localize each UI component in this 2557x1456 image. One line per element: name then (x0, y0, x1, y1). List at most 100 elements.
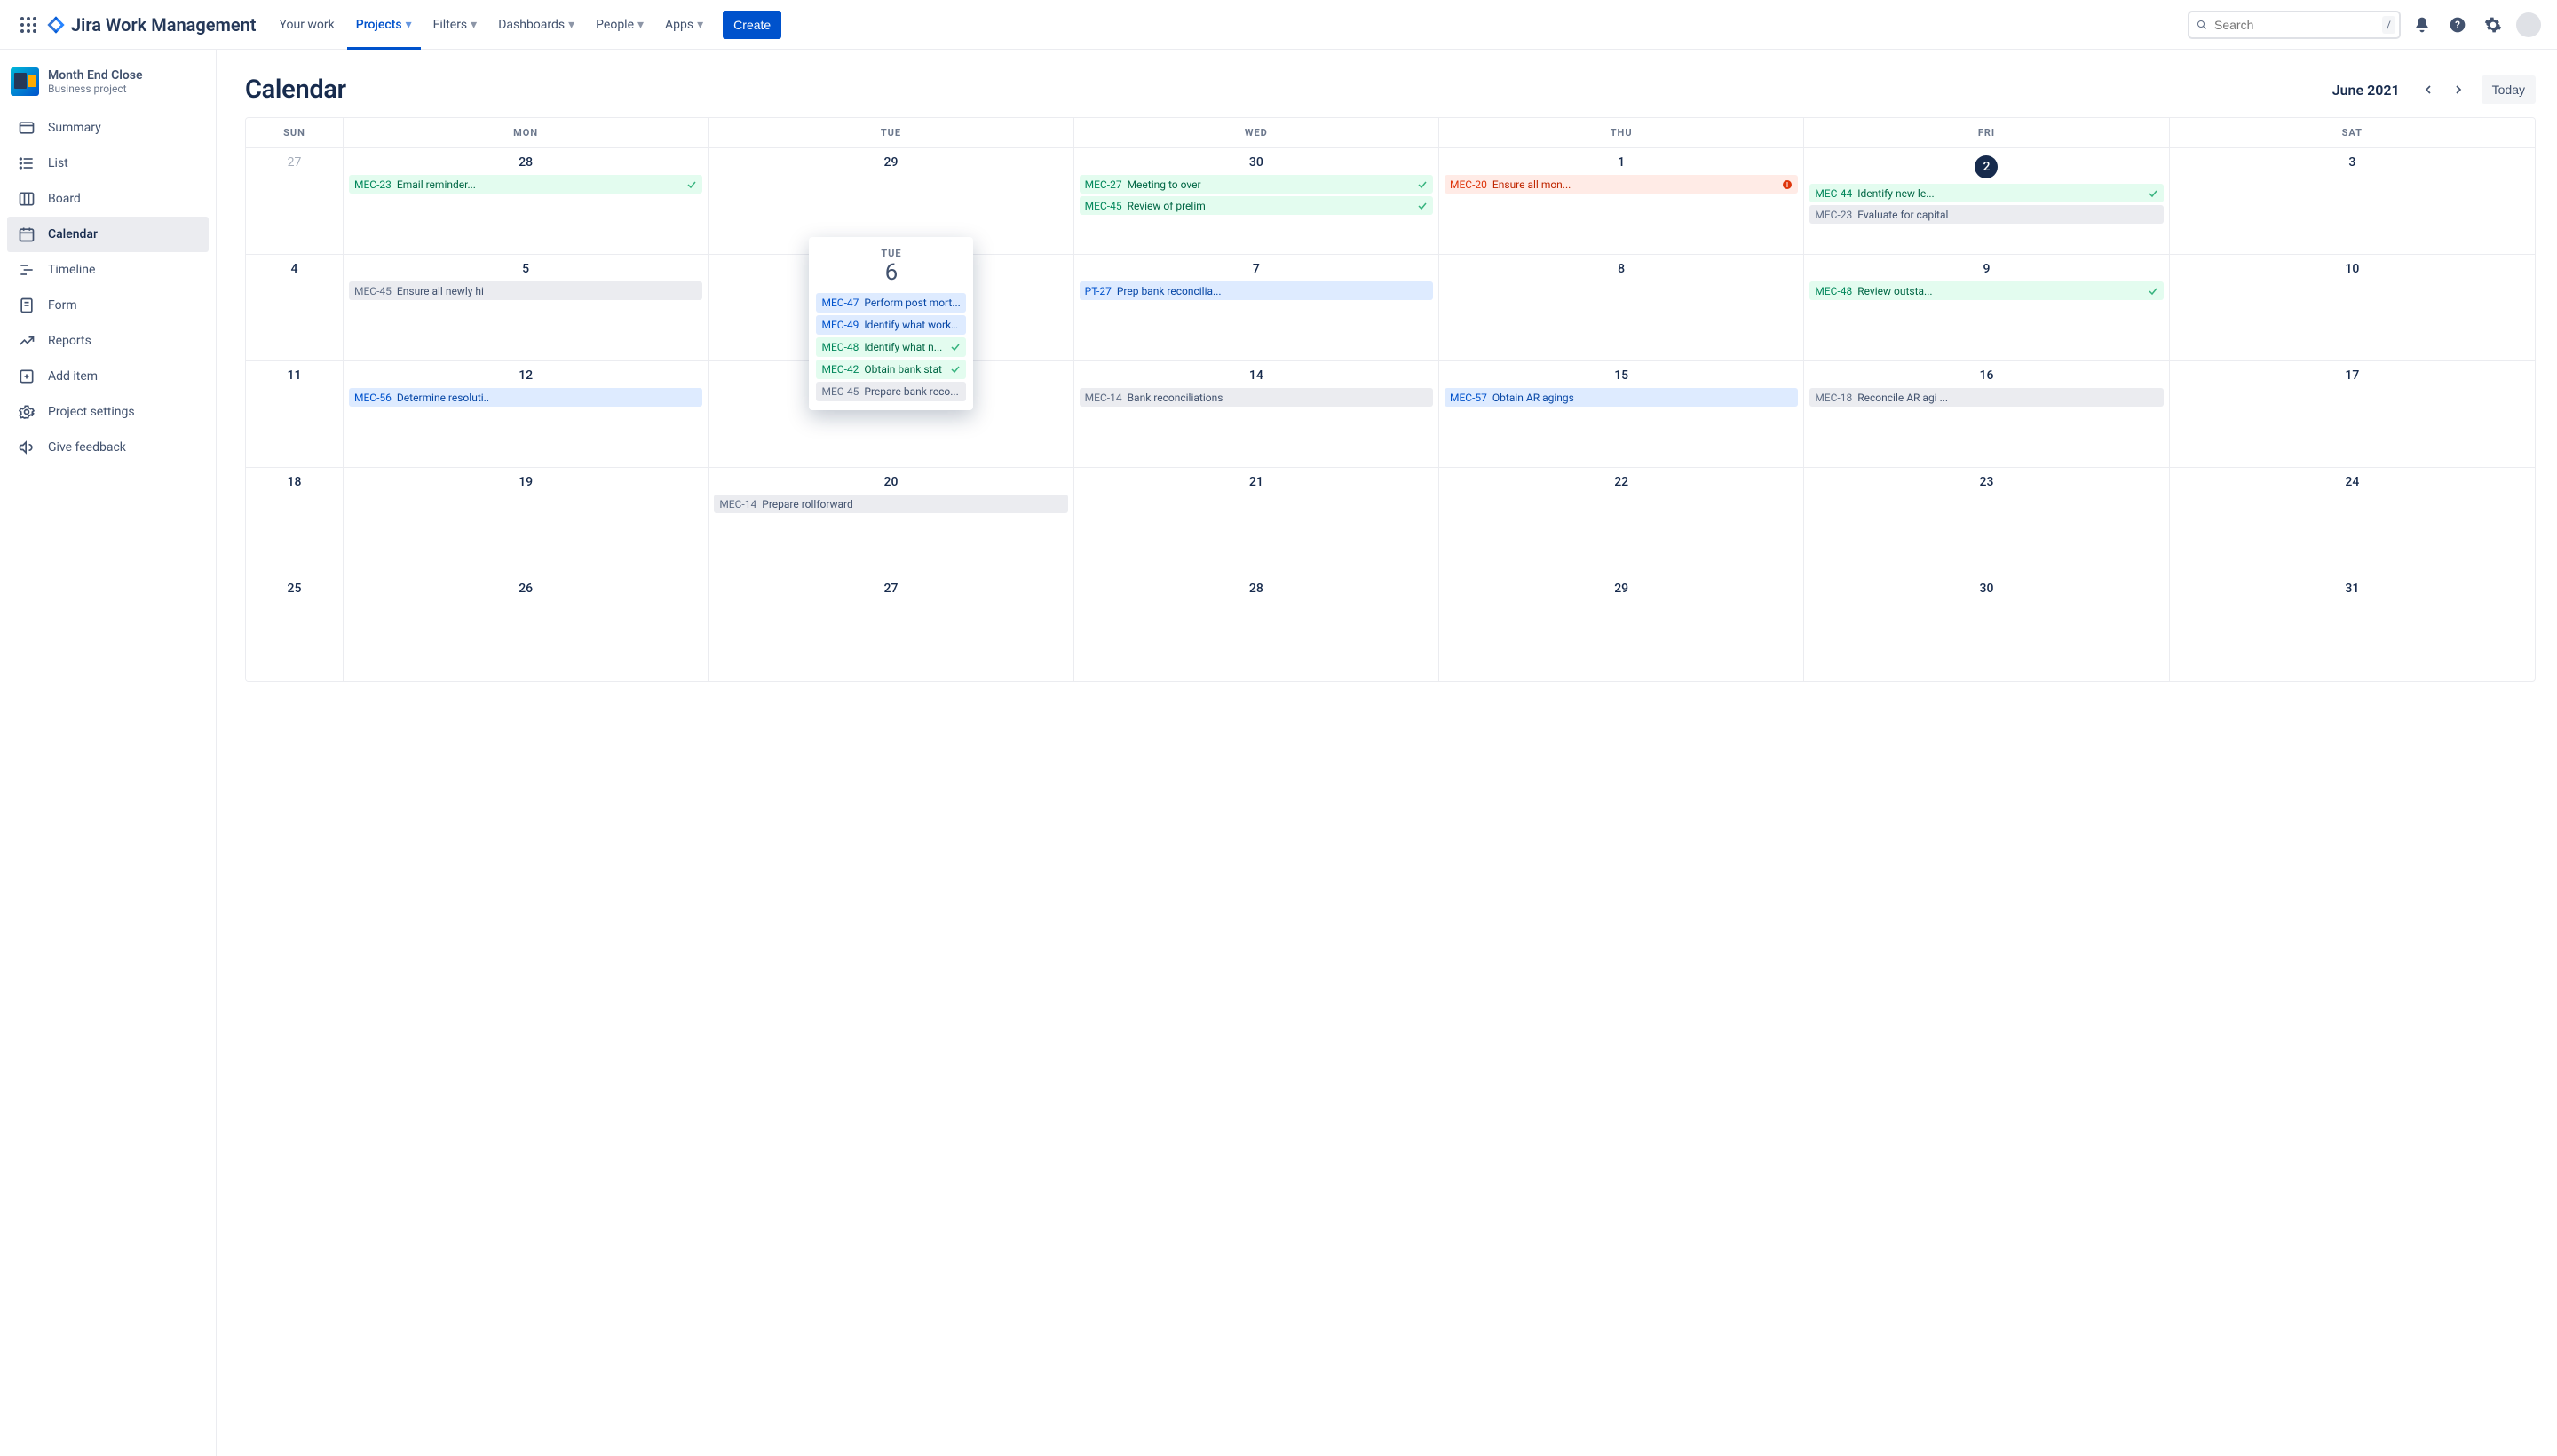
reports-icon (18, 332, 36, 350)
event-title: Evaluate for capital (1857, 209, 2157, 221)
calendar-cell[interactable]: 25 (246, 574, 344, 681)
notifications-icon[interactable] (2408, 11, 2436, 39)
sidebar-item-project-settings[interactable]: Project settings (7, 394, 209, 430)
chevron-left-icon (2421, 83, 2435, 97)
calendar-event[interactable]: MEC-45Review of prelim (1080, 196, 1433, 215)
nav-dashboards[interactable]: Dashboards▾ (489, 0, 583, 50)
search-field[interactable] (2214, 18, 2375, 32)
calendar-cell[interactable]: 24 (2170, 468, 2535, 574)
calendar-event[interactable]: MEC-18 Reconcile AR agi ... (1809, 388, 2163, 407)
calendar-cell[interactable]: 17 (2170, 361, 2535, 468)
calendar-event[interactable]: MEC-47Perform post mort... (816, 293, 966, 313)
calendar-cell[interactable]: 26 (344, 574, 709, 681)
calendar-cell[interactable]: 22 (1439, 468, 1804, 574)
calendar-event[interactable]: MEC-27Meeting to over (1080, 175, 1433, 194)
weekday-header: MON (344, 118, 709, 148)
nav-people[interactable]: People▾ (587, 0, 653, 50)
calendar-cell[interactable]: 8 (1439, 255, 1804, 361)
event-key: MEC-23 (354, 178, 392, 191)
project-avatar-icon (11, 67, 39, 96)
create-button[interactable]: Create (723, 11, 781, 39)
sidebar-item-calendar[interactable]: Calendar (7, 217, 209, 252)
calendar-cell[interactable]: 19 (344, 468, 709, 574)
calendar-event[interactable]: MEC-45Ensure all newly hi (349, 281, 702, 300)
nav-apps[interactable]: Apps▾ (656, 0, 712, 50)
event-key: MEC-23 (1815, 209, 1852, 221)
calendar-cell[interactable]: 3 (2170, 148, 2535, 255)
next-month-button[interactable] (2444, 75, 2473, 104)
calendar-event[interactable]: MEC-57Obtain AR agings (1445, 388, 1798, 407)
calendar-event[interactable]: MEC-48Identify what n... (816, 337, 966, 357)
nav-filters[interactable]: Filters▾ (424, 0, 487, 50)
calendar-event[interactable]: PT-27Prep bank reconcilia... (1080, 281, 1433, 300)
event-title: Reconcile AR agi ... (1857, 392, 2157, 404)
sidebar-item-list[interactable]: List (7, 146, 209, 181)
calendar-cell[interactable]: 23 (1804, 468, 2169, 574)
calendar-event[interactable]: MEC-56Determine resoluti.. (349, 388, 702, 407)
event-key: MEC-18 (1815, 392, 1852, 404)
calendar-cell[interactable]: 1MEC-20Ensure all mon... (1439, 148, 1804, 255)
product-logo[interactable]: Jira Work Management (46, 14, 257, 36)
calendar-cell[interactable]: 27 (246, 148, 344, 255)
profile-avatar[interactable] (2514, 11, 2543, 39)
calendar-cell[interactable]: 30MEC-27Meeting to overMEC-45Review of p… (1074, 148, 1439, 255)
calendar-event[interactable]: MEC-44Identify new le... (1809, 184, 2163, 202)
day-number: 19 (349, 473, 702, 495)
sidebar-item-form[interactable]: Form (7, 288, 209, 323)
check-icon (1417, 179, 1428, 190)
search-input[interactable]: / (2188, 11, 2401, 39)
event-key: MEC-56 (354, 392, 392, 404)
calendar-cell[interactable]: 10 (2170, 255, 2535, 361)
day-number: 15 (1445, 367, 1798, 388)
calendar-cell[interactable]: 31 (2170, 574, 2535, 681)
calendar-cell[interactable]: 5MEC-45Ensure all newly hi (344, 255, 709, 361)
sidebar-item-timeline[interactable]: Timeline (7, 252, 209, 288)
calendar-event[interactable]: MEC-14Bank reconciliations (1080, 388, 1433, 407)
calendar-cell[interactable]: 21 (1074, 468, 1439, 574)
calendar-event[interactable]: MEC-14Prepare rollforward (714, 495, 1067, 513)
calendar-cell[interactable]: 16MEC-18Reconcile AR agi ... (1804, 361, 2169, 468)
calendar-cell[interactable]: 11 (246, 361, 344, 468)
calendar-cell[interactable]: 30 (1804, 574, 2169, 681)
calendar-cell[interactable]: 15MEC-57Obtain AR agings (1439, 361, 1804, 468)
calendar-cell[interactable]: 29 (1439, 574, 1804, 681)
calendar-cell[interactable]: 7PT-27Prep bank reconcilia... (1074, 255, 1439, 361)
calendar-cell[interactable]: 9MEC-48Review outsta... (1804, 255, 2169, 361)
calendar-cell[interactable]: 2MEC-44Identify new le...MEC-23Evaluate … (1804, 148, 2169, 255)
day-number: 30 (1809, 580, 2163, 601)
sidebar-item-reports[interactable]: Reports (7, 323, 209, 359)
page-title: Calendar (245, 75, 346, 105)
today-button[interactable]: Today (2482, 75, 2536, 104)
calendar-cell[interactable]: 4 (246, 255, 344, 361)
calendar-cell[interactable]: 18 (246, 468, 344, 574)
event-title: Identify what n... (864, 341, 945, 353)
sidebar-item-add-item[interactable]: Add item (7, 359, 209, 394)
sidebar-item-summary[interactable]: Summary (7, 110, 209, 146)
sidebar-item-give-feedback[interactable]: Give feedback (7, 430, 209, 465)
day-number: 12 (349, 367, 702, 388)
nav-projects[interactable]: Projects▾ (347, 0, 421, 50)
calendar-cell[interactable]: 12MEC-56Determine resoluti.. (344, 361, 709, 468)
app-switcher-icon[interactable] (14, 11, 43, 39)
day-number: 18 (251, 473, 337, 495)
calendar-event[interactable]: MEC-20Ensure all mon... (1445, 175, 1798, 194)
calendar-cell[interactable]: 14MEC-14Bank reconciliations (1074, 361, 1439, 468)
calendar-event[interactable]: MEC-49Identify what worked (816, 315, 966, 335)
calendar-cell[interactable]: 27 (709, 574, 1073, 681)
project-header[interactable]: Month End Close Business project (7, 67, 209, 110)
calendar-cell[interactable]: 28 (1074, 574, 1439, 681)
day-number: 23 (1809, 473, 2163, 495)
calendar-event[interactable]: MEC-42Obtain bank stat (816, 360, 966, 379)
calendar-event[interactable]: MEC-45Prepare bank reco... (816, 382, 966, 401)
calendar-cell[interactable]: 20MEC-14Prepare rollforward (709, 468, 1073, 574)
calendar-event[interactable]: MEC-23Email reminder... (349, 175, 702, 194)
nav-your-work[interactable]: Your work (271, 0, 344, 50)
day-number: 24 (2175, 473, 2529, 495)
calendar-cell[interactable]: 28MEC-23Email reminder... (344, 148, 709, 255)
calendar-event[interactable]: MEC-48Review outsta... (1809, 281, 2163, 300)
calendar-event[interactable]: MEC-23 Evaluate for capital (1809, 205, 2163, 224)
prev-month-button[interactable] (2414, 75, 2442, 104)
sidebar-item-board[interactable]: Board (7, 181, 209, 217)
help-icon[interactable]: ? (2443, 11, 2472, 39)
settings-icon[interactable] (2479, 11, 2507, 39)
